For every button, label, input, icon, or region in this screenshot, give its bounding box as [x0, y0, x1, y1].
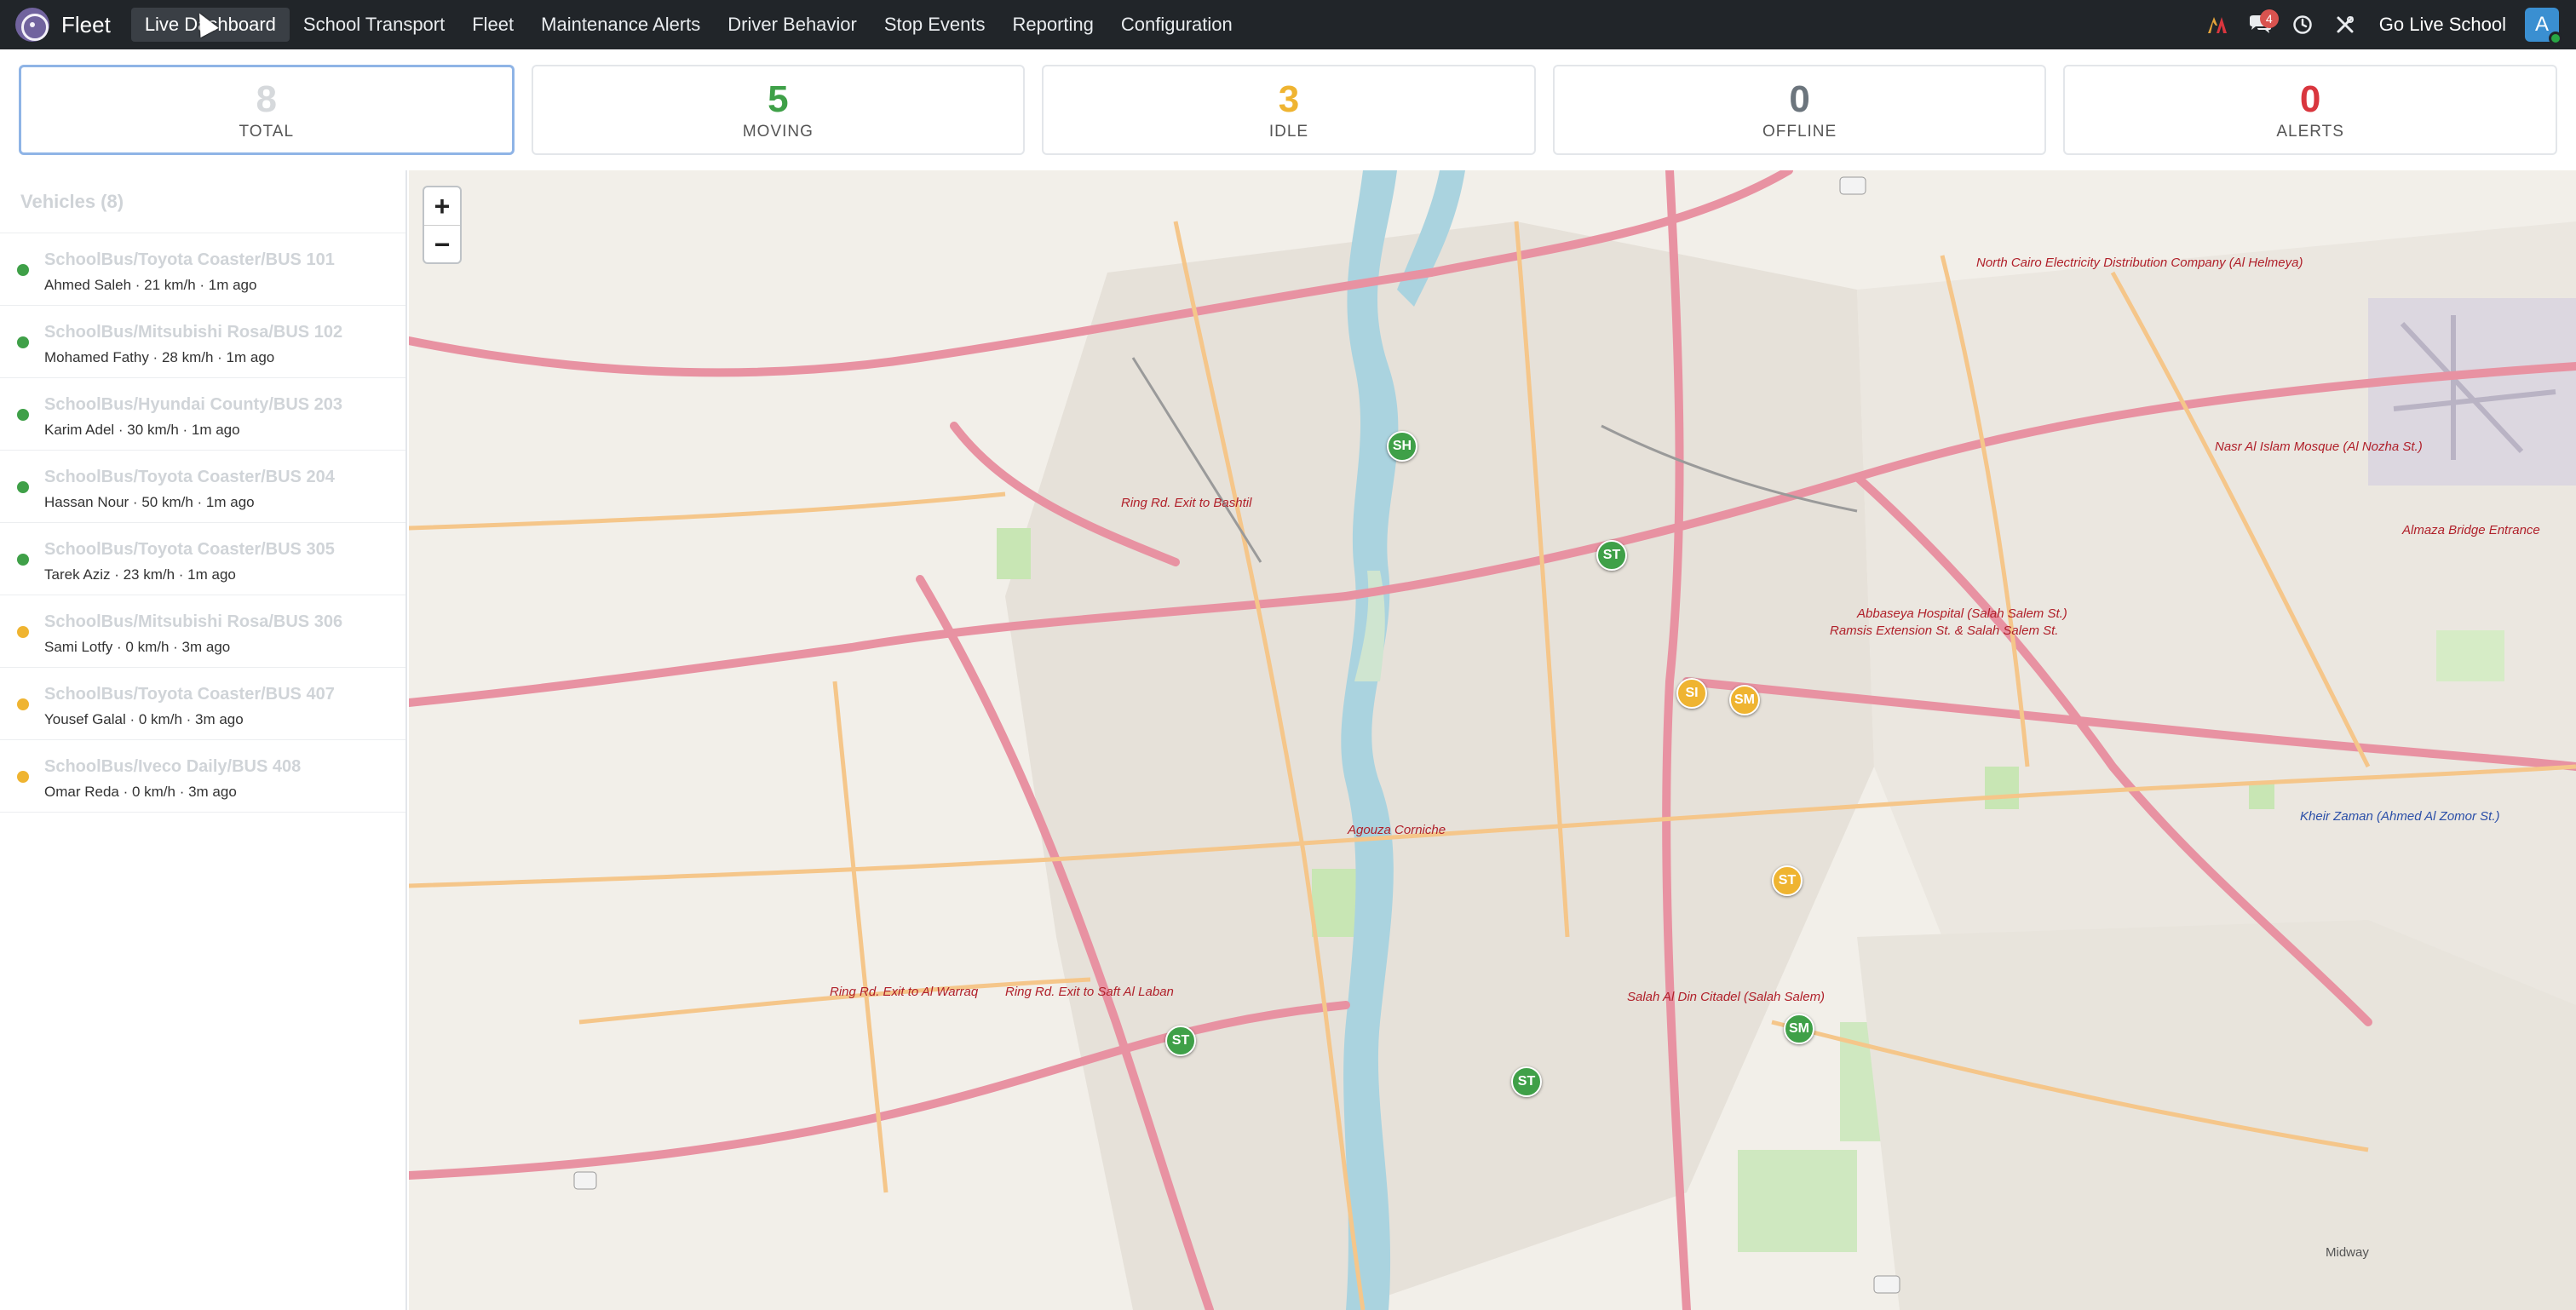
- vehicle-detail: Karim Adel · 30 km/h · 1m ago: [44, 422, 240, 438]
- vehicle-list-item[interactable]: SchoolBus/Hyundai County/BUS 203 Karim Ad…: [0, 378, 405, 451]
- brand-name: Fleet: [61, 11, 111, 37]
- fleet-logo-icon: [15, 8, 49, 42]
- vehicle-name: SchoolBus/Toyota Coaster/BUS 204: [44, 468, 335, 486]
- clock-icon[interactable]: [2286, 8, 2320, 42]
- vehicle-marker[interactable]: ST: [1772, 865, 1803, 896]
- vehicle-status-dot: [17, 698, 29, 710]
- vehicle-marker[interactable]: SI: [1676, 678, 1707, 709]
- vehicle-marker[interactable]: SM: [1784, 1014, 1814, 1044]
- vehicle-list-item[interactable]: SchoolBus/Toyota Coaster/BUS 305 Tarek Az…: [0, 523, 405, 595]
- map-label: Ring Rd. Exit to Saft Al Laban: [1005, 985, 1174, 999]
- assistant-icon[interactable]: [2200, 8, 2234, 42]
- vehicle-list-title: Vehicles (8): [0, 170, 405, 233]
- vehicle-name: SchoolBus/Mitsubishi Rosa/BUS 306: [44, 612, 343, 631]
- stat-card-moving[interactable]: 5 MOVING: [531, 65, 1026, 155]
- vehicle-status-dot: [17, 626, 29, 638]
- vehicle-marker[interactable]: ST: [1511, 1066, 1542, 1097]
- status-summary: 8 TOTAL 5 MOVING 3 IDLE 0 OFFLINE 0 ALER…: [19, 65, 2557, 155]
- navbar-right: 4 Go Live School A: [2200, 0, 2576, 49]
- stat-label: TOTAL: [239, 123, 295, 141]
- stat-label: IDLE: [1268, 123, 1309, 141]
- map-label: Agouza Corniche: [1348, 823, 1446, 837]
- top-navbar: Fleet Live Dashboard School Transport Fl…: [0, 0, 2576, 49]
- map-label: Salah Al Din Citadel (Salah Salem): [1627, 990, 1826, 1004]
- vehicle-list-item[interactable]: SchoolBus/Iveco Daily/BUS 408 Omar Reda ·…: [0, 740, 405, 813]
- stat-value: 0: [2299, 78, 2321, 120]
- vehicle-status-dot: [17, 336, 29, 348]
- map-label: Kheir Zaman (Ahmed Al Zomor St.): [2300, 809, 2500, 824]
- messages-icon[interactable]: 4: [2243, 8, 2279, 42]
- stat-card-offline[interactable]: 0 OFFLINE: [1552, 65, 2047, 155]
- vehicle-name: SchoolBus/Toyota Coaster/BUS 407: [44, 685, 335, 704]
- vehicle-marker[interactable]: ST: [1165, 1026, 1196, 1056]
- vehicle-list-item[interactable]: SchoolBus/Toyota Coaster/BUS 204 Hassan N…: [0, 451, 405, 523]
- avatar-letter: A: [2534, 13, 2549, 36]
- map-label: Ring Rd. Exit to Al Warraq: [830, 985, 979, 999]
- map-label: North Cairo Electricity Distribution Com…: [1976, 256, 2303, 270]
- map-tiles: [409, 170, 2576, 1310]
- map-label: Abbaseya Hospital (Salah Salem St.): [1857, 606, 2067, 621]
- menu-fleet[interactable]: Fleet: [458, 8, 527, 42]
- vehicle-name: SchoolBus/Toyota Coaster/BUS 101: [44, 250, 335, 269]
- vehicle-name: SchoolBus/Hyundai County/BUS 203: [44, 395, 343, 414]
- zoom-in-button[interactable]: +: [424, 187, 460, 225]
- company-name[interactable]: Go Live School: [2379, 14, 2506, 36]
- tools-icon[interactable]: [2328, 8, 2362, 42]
- map-label: Ring Rd. Exit to Bashtil: [1121, 496, 1252, 510]
- map-label: Ramsis Extension St. & Salah Salem St.: [1830, 623, 2059, 638]
- messages-badge: 4: [2259, 9, 2279, 28]
- vehicle-name: SchoolBus/Toyota Coaster/BUS 305: [44, 540, 335, 559]
- main-menu: Live Dashboard School Transport Fleet Ma…: [130, 0, 1246, 49]
- stat-value: 0: [1789, 78, 1810, 120]
- stat-card-total[interactable]: 8 TOTAL: [19, 65, 515, 155]
- vehicle-status-dot: [17, 409, 29, 421]
- brand[interactable]: Fleet: [15, 8, 111, 42]
- vehicle-name: SchoolBus/Iveco Daily/BUS 408: [44, 757, 302, 776]
- menu-stop-events[interactable]: Stop Events: [871, 8, 999, 42]
- vehicle-detail: Tarek Aziz · 23 km/h · 1m ago: [44, 566, 236, 583]
- vehicle-detail: Ahmed Saleh · 21 km/h · 1m ago: [44, 277, 257, 293]
- stat-card-alerts[interactable]: 0 ALERTS: [2063, 65, 2557, 155]
- stat-value: 8: [256, 78, 278, 120]
- zoom-out-button[interactable]: −: [424, 225, 460, 262]
- vehicle-status-dot: [17, 771, 29, 783]
- map-label: Almaza Bridge Entrance: [2402, 523, 2540, 537]
- stat-value: 3: [1278, 78, 1300, 120]
- vehicle-list-item[interactable]: SchoolBus/Mitsubishi Rosa/BUS 102 Mohamed…: [0, 306, 405, 378]
- vehicle-detail: Omar Reda · 0 km/h · 3m ago: [44, 784, 237, 800]
- vehicle-detail: Hassan Nour · 50 km/h · 1m ago: [44, 494, 255, 510]
- map-label: Midway: [2326, 1245, 2369, 1260]
- vehicle-list-item[interactable]: SchoolBus/Mitsubishi Rosa/BUS 306 Sami Lo…: [0, 595, 405, 668]
- vehicle-detail: Sami Lotfy · 0 km/h · 3m ago: [44, 639, 231, 655]
- vehicle-status-dot: [17, 554, 29, 566]
- stat-value: 5: [768, 78, 789, 120]
- zoom-control: + −: [423, 186, 462, 264]
- vehicle-list-panel: Vehicles (8) SchoolBus/Toyota Coaster/BU…: [0, 170, 407, 1310]
- vehicle-status-dot: [17, 481, 29, 493]
- stat-card-idle[interactable]: 3 IDLE: [1042, 65, 1536, 155]
- menu-configuration[interactable]: Configuration: [1107, 8, 1246, 42]
- stat-label: OFFLINE: [1762, 123, 1837, 141]
- menu-maintenance-alerts[interactable]: Maintenance Alerts: [527, 8, 714, 42]
- user-avatar[interactable]: A: [2525, 8, 2562, 45]
- vehicle-detail: Mohamed Fathy · 28 km/h · 1m ago: [44, 349, 275, 365]
- vehicle-name: SchoolBus/Mitsubishi Rosa/BUS 102: [44, 323, 343, 342]
- vehicle-list-item[interactable]: SchoolBus/Toyota Coaster/BUS 101 Ahmed Sa…: [0, 233, 405, 306]
- vehicle-list: SchoolBus/Toyota Coaster/BUS 101 Ahmed Sa…: [0, 233, 405, 813]
- vehicle-marker[interactable]: SH: [1387, 431, 1417, 462]
- vehicle-marker[interactable]: ST: [1596, 540, 1627, 571]
- map-label: Nasr Al Islam Mosque (Al Nozha St.): [2215, 440, 2423, 454]
- vehicle-status-dot: [17, 264, 29, 276]
- online-status-dot: [2549, 32, 2562, 45]
- menu-driver-behavior[interactable]: Driver Behavior: [714, 8, 871, 42]
- menu-school-transport[interactable]: School Transport: [290, 8, 458, 42]
- stat-label: ALERTS: [2276, 123, 2344, 141]
- map-view[interactable]: + − Ring Rd. Exit to Bashtil North Cairo…: [409, 170, 2576, 1310]
- menu-reporting[interactable]: Reporting: [999, 8, 1107, 42]
- vehicle-marker[interactable]: SM: [1729, 685, 1760, 715]
- vehicle-list-item[interactable]: SchoolBus/Toyota Coaster/BUS 407 Yousef G…: [0, 668, 405, 740]
- stat-label: MOVING: [742, 123, 814, 141]
- vehicle-detail: Yousef Galal · 0 km/h · 3m ago: [44, 711, 244, 727]
